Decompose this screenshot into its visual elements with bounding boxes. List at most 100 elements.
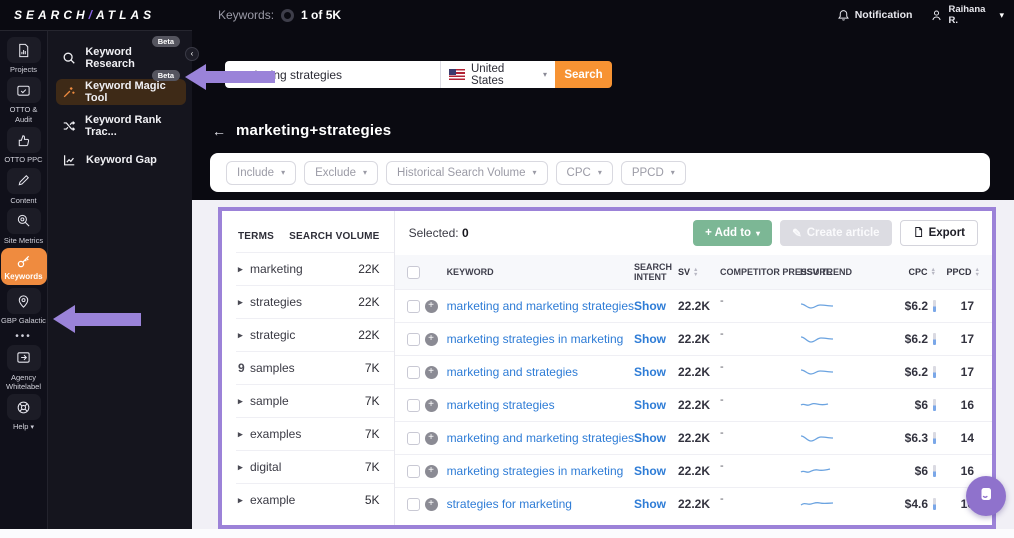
sidebar-item-otto-ppc[interactable]: OTTO PPC <box>1 127 47 164</box>
keywords-table: Selected: 0 + Add to▾ ✎Create article Ex… <box>395 211 992 525</box>
show-intent-link[interactable]: Show <box>634 464 678 478</box>
hsv-trend-sparkline <box>800 300 872 312</box>
keywords-usage-value: 1 of 5K <box>301 8 341 22</box>
sidebar-item-help[interactable]: Help▾ <box>1 394 47 433</box>
top-bar: SEARCH/ATLAS Keywords: 1 of 5K Notificat… <box>0 0 1014 30</box>
row-checkbox[interactable] <box>407 432 420 445</box>
term-row[interactable]: ▸strategies22K <box>236 285 394 318</box>
sidebar-item-content[interactable]: Content <box>1 168 47 205</box>
cpc-value: $4.6 <box>872 497 936 511</box>
ppcd-value: 16 <box>936 398 992 412</box>
term-row[interactable]: ▸digital7K <box>236 450 394 483</box>
country-select[interactable]: United States ▾ <box>440 61 555 88</box>
sv-column-header[interactable]: SV▲▼ <box>678 267 720 277</box>
add-keyword-icon[interactable]: + <box>425 465 438 478</box>
select-all-checkbox[interactable] <box>407 266 420 279</box>
show-intent-link[interactable]: Show <box>634 398 678 412</box>
search-button[interactable]: Search <box>555 61 612 88</box>
add-keyword-icon[interactable]: + <box>425 333 438 346</box>
hsv-trend-sparkline <box>800 366 872 378</box>
row-checkbox[interactable] <box>407 366 420 379</box>
shuffle-icon <box>62 119 76 133</box>
beta-badge: Beta <box>152 70 180 81</box>
add-keyword-icon[interactable]: + <box>425 366 438 379</box>
sidebar-item-gbp-galactic[interactable]: GBP Galactic <box>1 288 47 325</box>
filter-include[interactable]: Include▾ <box>226 161 296 185</box>
term-row[interactable]: 9samples7K <box>236 351 394 384</box>
sidebar-item-projects[interactable]: Projects <box>1 37 47 74</box>
filter-historical-search-volume[interactable]: Historical Search Volume▾ <box>386 161 548 185</box>
cpc-column-header[interactable]: CPC▲▼ <box>872 267 936 277</box>
chat-widget-button[interactable] <box>966 476 1006 516</box>
submenu-item-keyword-magic-tool[interactable]: Keyword Magic Tool Beta <box>56 79 186 105</box>
keyword-link[interactable]: strategies for marketing <box>447 497 634 511</box>
search-intent-column-header[interactable]: SEARCH INTENT <box>634 262 678 283</box>
add-keyword-icon[interactable]: + <box>425 300 438 313</box>
map-pin-icon <box>7 288 41 314</box>
submenu-item-keyword-research[interactable]: Keyword Research Beta <box>56 45 186 71</box>
filter-cpc[interactable]: CPC▾ <box>556 161 613 185</box>
search-volume-value: 22.2K <box>678 365 720 379</box>
row-checkbox[interactable] <box>407 498 420 511</box>
term-row[interactable]: ▸example5K <box>236 483 394 516</box>
chevron-down-icon: ▾ <box>533 168 537 177</box>
keyword-link[interactable]: marketing strategies in marketing <box>447 332 634 346</box>
table-row: + marketing strategies in marketing Show… <box>395 454 992 487</box>
keyword-column-header[interactable]: KEYWORD <box>447 267 634 277</box>
keyword-link[interactable]: marketing strategies <box>447 398 634 412</box>
row-checkbox[interactable] <box>407 399 420 412</box>
notification-label: Notification <box>855 9 913 21</box>
selected-count: Selected: 0 <box>409 226 469 240</box>
search-volume-value: 22.2K <box>678 299 720 313</box>
table-row: + marketing strategies in marketing Show… <box>395 322 992 355</box>
term-row[interactable]: ▸marketing22K <box>236 252 394 285</box>
filter-ppcd[interactable]: PPCD▾ <box>621 161 686 185</box>
row-checkbox[interactable] <box>407 465 420 478</box>
term-row[interactable]: ▸examples7K <box>236 417 394 450</box>
show-intent-link[interactable]: Show <box>634 332 678 346</box>
submenu-item-keyword-gap[interactable]: Keyword Gap <box>56 147 186 173</box>
sidebar-item-keywords[interactable]: Keywords <box>1 248 47 285</box>
expand-triangle-icon: ▸ <box>238 495 250 506</box>
sidebar-item-agency-whitelabel[interactable]: Agency Whitelabel <box>1 345 47 392</box>
create-article-button[interactable]: ✎Create article <box>780 220 892 246</box>
keyword-link[interactable]: marketing and marketing strategies <box>447 299 634 313</box>
competitor-pressure-value: - <box>720 465 800 477</box>
keyword-link[interactable]: marketing strategies in marketing <box>447 464 634 478</box>
show-intent-link[interactable]: Show <box>634 431 678 445</box>
sidebar-item-site-metrics[interactable]: Site Metrics <box>1 208 47 245</box>
search-volume-column-header: SEARCH VOLUME <box>289 231 379 242</box>
sidebar-item-more[interactable]: ••• <box>1 331 47 342</box>
show-intent-link[interactable]: Show <box>634 365 678 379</box>
search-volume-value: 22.2K <box>678 398 720 412</box>
row-checkbox[interactable] <box>407 333 420 346</box>
chevron-down-icon: ▾ <box>598 168 602 177</box>
ppcd-column-header[interactable]: PPCD▲▼ <box>936 267 992 277</box>
show-intent-link[interactable]: Show <box>634 299 678 313</box>
add-to-button[interactable]: + Add to▾ <box>693 220 772 246</box>
chevron-down-icon: ▾ <box>756 229 760 238</box>
term-row[interactable]: ▸strategic22K <box>236 318 394 351</box>
show-intent-link[interactable]: Show <box>634 497 678 511</box>
back-arrow-icon[interactable]: ← <box>212 123 226 139</box>
collapse-submenu-button[interactable]: ‹ <box>185 47 199 61</box>
chat-book-icon <box>977 485 995 508</box>
hsv-trend-sparkline <box>800 498 872 510</box>
expand-triangle-icon: ▸ <box>238 429 250 440</box>
competitor-pressure-column-header[interactable]: COMPETITOR PRESSURE <box>720 267 800 277</box>
user-menu[interactable]: Raihana R. ▾ <box>930 4 1004 27</box>
keyword-link[interactable]: marketing and strategies <box>447 365 634 379</box>
keyword-link[interactable]: marketing and marketing strategies <box>447 431 634 445</box>
export-button[interactable]: Export <box>900 220 978 246</box>
row-checkbox[interactable] <box>407 300 420 313</box>
add-keyword-icon[interactable]: + <box>425 498 438 511</box>
notification-button[interactable]: Notification <box>837 9 913 22</box>
filter-exclude[interactable]: Exclude▾ <box>304 161 378 185</box>
hsv-trend-column-header[interactable]: HSV TREND <box>800 267 872 277</box>
sidebar-item-otto-audit[interactable]: OTTO & Audit <box>1 77 47 124</box>
chevron-down-icon: ▾ <box>543 70 547 79</box>
term-row[interactable]: ▸sample7K <box>236 384 394 417</box>
submenu-item-keyword-rank-tracker[interactable]: Keyword Rank Trac... <box>56 113 186 139</box>
add-keyword-icon[interactable]: + <box>425 432 438 445</box>
add-keyword-icon[interactable]: + <box>425 399 438 412</box>
